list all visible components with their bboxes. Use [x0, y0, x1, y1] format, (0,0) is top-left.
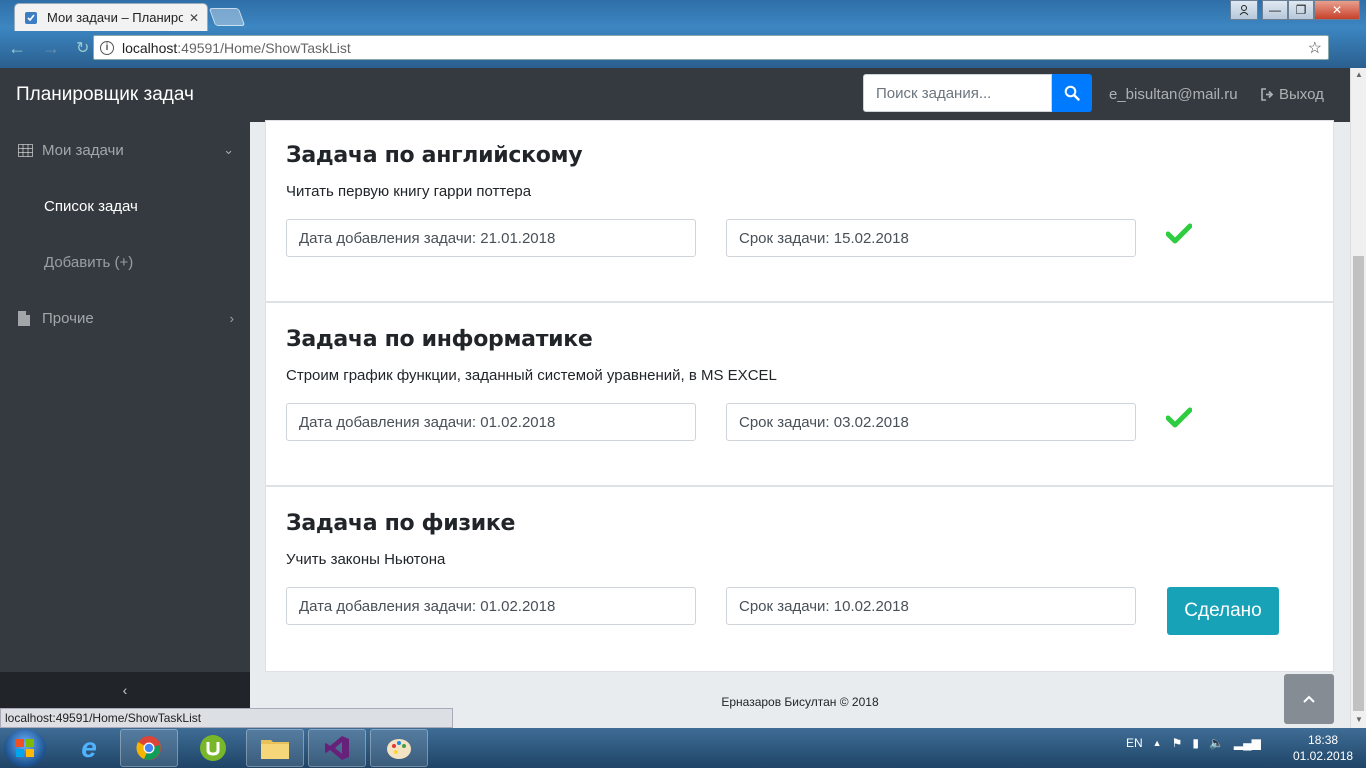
address-bar[interactable]: i localhost:49591/Home/ShowTaskList ☆ — [93, 35, 1329, 60]
search-icon — [1064, 85, 1080, 101]
close-window-button[interactable]: ✕ — [1314, 0, 1360, 20]
footer-text: Ерназаров Бисултан © 2018 — [721, 695, 879, 709]
task-added-date-field: Дата добавления задачи: 01.02.2018 — [286, 403, 696, 441]
chevron-left-icon: ‹ — [122, 682, 128, 698]
task-title: Задача по английскому — [286, 143, 583, 168]
file-icon — [18, 310, 34, 326]
check-icon — [1165, 223, 1193, 250]
task-added-date-field: Дата добавления задачи: 01.02.2018 — [286, 587, 696, 625]
tray-expand-icon[interactable]: ▲ — [1153, 738, 1162, 748]
system-tray: EN ▲ ⚑ ▮ 🔈 ▂▄▆ — [1126, 736, 1261, 750]
user-profile-icon[interactable] — [1230, 0, 1258, 20]
browser-tab[interactable]: Мои задачи – Планиров ✕ — [14, 3, 208, 31]
network-signal-icon[interactable]: ▂▄▆ — [1234, 736, 1261, 750]
reload-icon[interactable]: ↻ — [76, 38, 89, 59]
internet-explorer-icon[interactable]: e — [60, 729, 118, 767]
task-added-date-field: Дата добавления задачи: 21.01.2018 — [286, 219, 696, 257]
site-info-icon[interactable]: i — [100, 40, 114, 55]
windows-taskbar: e EN ▲ ⚑ ▮ 🔈 ▂▄▆ 18:38 01.02.2018 — [0, 728, 1366, 768]
forward-arrow-icon[interactable]: → — [42, 38, 60, 59]
scroll-to-top-button[interactable] — [1284, 674, 1334, 724]
clock-date: 01.02.2018 — [1293, 749, 1354, 763]
new-tab-button[interactable] — [208, 8, 246, 26]
search-input[interactable] — [863, 74, 1052, 112]
language-indicator[interactable]: EN — [1126, 736, 1143, 750]
search-button[interactable] — [1052, 74, 1092, 112]
chevron-down-icon: ⌄ — [223, 142, 234, 157]
task-card: Задача по информатике Строим график функ… — [265, 302, 1334, 486]
restore-button[interactable]: ❐ — [1288, 0, 1314, 20]
visual-studio-icon[interactable] — [308, 729, 366, 767]
task-description: Учить законы Ньютона — [286, 551, 446, 568]
back-arrow-icon[interactable]: ← — [8, 38, 26, 59]
check-icon — [1165, 407, 1193, 434]
minimize-button[interactable]: — — [1262, 0, 1288, 20]
task-description: Читать первую книгу гарри поттера — [286, 183, 532, 200]
app-navbar: Планировщик задач e_bisultan@mail.ru Вых… — [0, 68, 1350, 122]
clock-time: 18:38 — [1308, 733, 1339, 747]
table-icon — [18, 143, 34, 157]
scrollbar-thumb[interactable] — [1353, 256, 1364, 711]
chrome-icon[interactable] — [120, 729, 178, 767]
task-deadline-field: Срок задачи: 03.02.2018 — [726, 403, 1136, 441]
scroll-up-icon[interactable]: ▲ — [1355, 70, 1363, 79]
sidebar-toggle-button[interactable]: ‹ — [0, 672, 250, 708]
sidebar: Мои задачи ⌄ Список задач Добавить (+) П… — [0, 122, 250, 728]
volume-icon[interactable]: 🔈 — [1209, 736, 1224, 750]
search-form — [863, 74, 1092, 112]
sidebar-subitem-add[interactable]: Добавить (+) — [44, 254, 133, 271]
window-controls: — ❐ ✕ — [1230, 0, 1360, 20]
page-favicon-icon — [23, 10, 39, 26]
sidebar-subitem-task-list[interactable]: Список задач — [44, 198, 138, 215]
brand-title[interactable]: Планировщик задач — [16, 84, 194, 106]
task-card: Задача по английскому Читать первую книг… — [265, 120, 1334, 302]
paint-icon[interactable] — [370, 729, 428, 767]
task-deadline-field: Срок задачи: 10.02.2018 — [726, 587, 1136, 625]
task-card: Задача по физике Учить законы Ньютона Да… — [265, 486, 1334, 672]
scroll-down-icon[interactable]: ▼ — [1355, 715, 1363, 724]
logout-link[interactable]: Выход — [1261, 86, 1324, 103]
browser-chrome: Мои задачи – Планиров ✕ — ❐ ✕ ← → ↻ i lo… — [0, 0, 1366, 68]
task-description: Строим график функции, заданный системой… — [286, 367, 777, 384]
windows-logo-icon — [16, 739, 34, 757]
bookmark-star-icon[interactable]: ☆ — [1308, 38, 1322, 58]
sidebar-item-other[interactable]: Прочие › — [0, 298, 250, 338]
action-center-flag-icon[interactable]: ⚑ — [1172, 736, 1183, 750]
sidebar-label-my-tasks: Мои задачи — [42, 141, 124, 159]
tab-close-icon[interactable]: ✕ — [189, 11, 199, 25]
battery-icon[interactable]: ▮ — [1192, 736, 1199, 750]
utorrent-icon[interactable] — [184, 729, 242, 767]
sidebar-item-my-tasks[interactable]: Мои задачи ⌄ — [0, 130, 250, 170]
sidebar-label-other: Прочие — [42, 309, 94, 327]
task-title: Задача по информатике — [286, 327, 593, 352]
browser-nav: ← → ↻ — [8, 38, 89, 59]
main-content: Задача по английскому Читать первую книг… — [250, 120, 1350, 728]
tab-title: Мои задачи – Планиров — [47, 10, 183, 25]
url-text: localhost:49591/Home/ShowTaskList — [122, 39, 351, 56]
page-scrollbar[interactable]: ▲ ▼ — [1350, 68, 1366, 728]
mark-done-button[interactable]: Сделано — [1167, 587, 1279, 635]
task-deadline-field: Срок задачи: 15.02.2018 — [726, 219, 1136, 257]
system-clock[interactable]: 18:38 01.02.2018 — [1293, 732, 1353, 764]
task-title: Задача по физике — [286, 511, 516, 536]
start-button[interactable] — [4, 729, 46, 767]
chevron-up-icon — [1303, 695, 1315, 703]
sign-out-icon — [1261, 88, 1274, 101]
chevron-right-icon: › — [229, 310, 234, 326]
browser-status-url: localhost:49591/Home/ShowTaskList — [0, 708, 453, 728]
file-explorer-icon[interactable] — [246, 729, 304, 767]
logout-label: Выход — [1279, 86, 1324, 103]
user-email-link[interactable]: e_bisultan@mail.ru — [1109, 86, 1238, 103]
